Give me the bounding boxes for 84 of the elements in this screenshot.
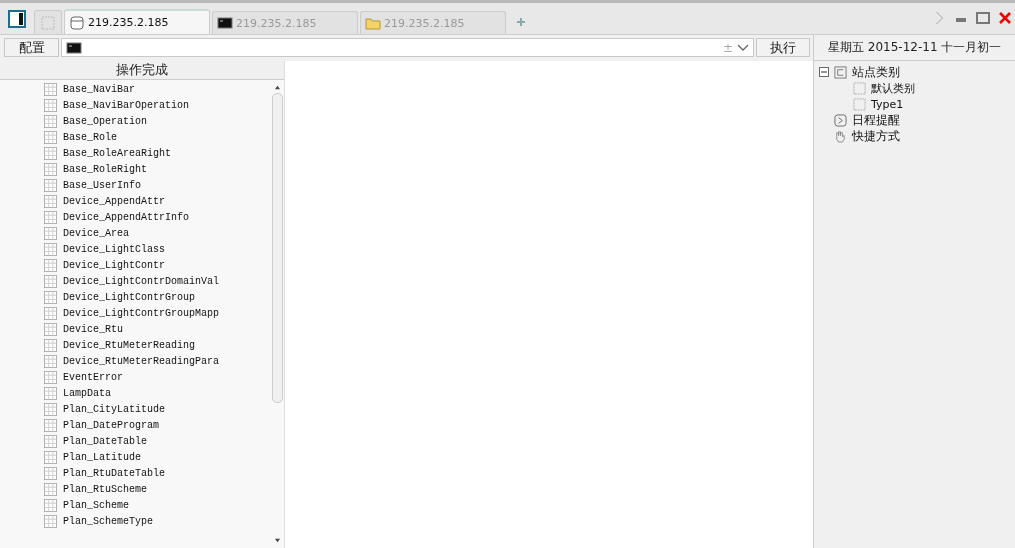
table-item[interactable]: Base_UserInfo — [44, 177, 271, 193]
date-label: 星期五 2015-12-11 十一月初一 — [814, 35, 1015, 61]
tab-label: 219.235.2.185 — [384, 16, 465, 30]
table-item[interactable]: Plan_Latitude — [44, 449, 271, 465]
grid-icon — [44, 338, 57, 352]
dotted-square-icon — [853, 81, 866, 95]
scroll-up-icon[interactable] — [274, 85, 281, 90]
table-item[interactable]: Plan_CityLatitude — [44, 401, 271, 417]
table-item[interactable]: Device_LightClass — [44, 241, 271, 257]
grid-icon — [44, 434, 57, 448]
tab-label: 219.235.2.185 — [88, 16, 169, 29]
grid-icon — [44, 418, 57, 432]
terminal-icon — [217, 15, 233, 31]
table-item[interactable]: Device_RtuMeterReadingPara — [44, 353, 271, 369]
grid-icon — [44, 210, 57, 224]
table-item[interactable]: Plan_RtuScheme — [44, 481, 271, 497]
grid-icon — [44, 146, 57, 160]
dotted-square-icon — [853, 97, 866, 111]
grid-icon — [44, 466, 57, 480]
table-item[interactable]: Device_LightContrGroupMapp — [44, 305, 271, 321]
table-item[interactable]: Plan_DateProgram — [44, 417, 271, 433]
table-item[interactable]: Device_LightContrGroup — [44, 289, 271, 305]
grid-icon — [44, 178, 57, 192]
grid-icon — [44, 98, 57, 112]
grid-icon — [44, 514, 57, 528]
cylinder-icon — [69, 14, 85, 31]
grid-icon — [44, 402, 57, 416]
bracket-icon — [834, 65, 847, 79]
tree-item[interactable]: Type1 — [871, 97, 904, 111]
tab-label: 219.235.2.185 — [236, 16, 317, 30]
grid-icon — [44, 114, 57, 128]
play-clock-icon — [834, 113, 847, 127]
grid-icon — [44, 322, 57, 336]
grid-icon — [44, 306, 57, 320]
table-item[interactable]: Base_NaviBar — [44, 81, 271, 97]
scroll-down-icon[interactable] — [274, 538, 281, 543]
dropdown-caret-icon[interactable] — [737, 43, 749, 52]
grid-icon — [44, 274, 57, 288]
table-item[interactable]: Device_Area — [44, 225, 271, 241]
grid-icon — [44, 290, 57, 304]
table-item[interactable]: Device_AppendAttr — [44, 193, 271, 209]
table-item[interactable]: Plan_RtuDateTable — [44, 465, 271, 481]
table-item[interactable]: Base_Role — [44, 129, 271, 145]
close-icon[interactable] — [998, 11, 1012, 25]
grid-icon — [44, 130, 57, 144]
tab[interactable]: 219.235.2.185 — [64, 9, 210, 34]
table-item[interactable]: EventError — [44, 369, 271, 385]
plus-icon[interactable] — [516, 17, 526, 27]
folder-icon — [365, 15, 381, 31]
grid-icon — [44, 370, 57, 384]
grid-icon — [44, 242, 57, 256]
grid-icon — [44, 450, 57, 464]
table-item[interactable]: Base_NaviBarOperation — [44, 97, 271, 113]
table-item[interactable]: Device_RtuMeterReading — [44, 337, 271, 353]
tree-item[interactable]: 日程提醒 — [852, 111, 900, 129]
maximize-icon[interactable] — [976, 11, 990, 25]
table-item[interactable]: Base_Operation — [44, 113, 271, 129]
config-button[interactable]: 配置 — [4, 38, 59, 57]
grid-icon — [44, 162, 57, 176]
grid-icon — [44, 258, 57, 272]
grid-icon — [44, 354, 57, 368]
grid-icon — [44, 194, 57, 208]
panel-toggle-icon[interactable] — [8, 10, 26, 28]
table-item[interactable]: Plan_Scheme — [44, 497, 271, 513]
grid-icon — [44, 498, 57, 512]
table-item[interactable]: Plan_DateTable — [44, 433, 271, 449]
grid-icon — [44, 482, 57, 496]
run-button[interactable]: 执行 — [756, 38, 810, 57]
table-item[interactable]: LampData — [44, 385, 271, 401]
tree-item[interactable]: 快捷方式 — [852, 127, 900, 145]
hand-icon — [834, 129, 847, 143]
table-item[interactable]: Device_LightContr — [44, 257, 271, 273]
table-item[interactable]: Device_AppendAttrInfo — [44, 209, 271, 225]
table-item[interactable]: Device_Rtu — [44, 321, 271, 337]
collapse-icon[interactable] — [819, 67, 829, 77]
table-item[interactable]: Device_LightContrDomainVal — [44, 273, 271, 289]
tree-item[interactable]: 默认类别 — [871, 80, 915, 96]
terminal-icon — [66, 39, 82, 56]
table-item[interactable]: Base_RoleAreaRight — [44, 145, 271, 161]
table-item[interactable]: Base_RoleRight — [44, 161, 271, 177]
tree-item[interactable]: 站点类别 — [852, 63, 900, 81]
grid-icon — [44, 226, 57, 240]
table-item[interactable]: Plan_SchemeType — [44, 513, 271, 529]
grid-icon — [44, 386, 57, 400]
